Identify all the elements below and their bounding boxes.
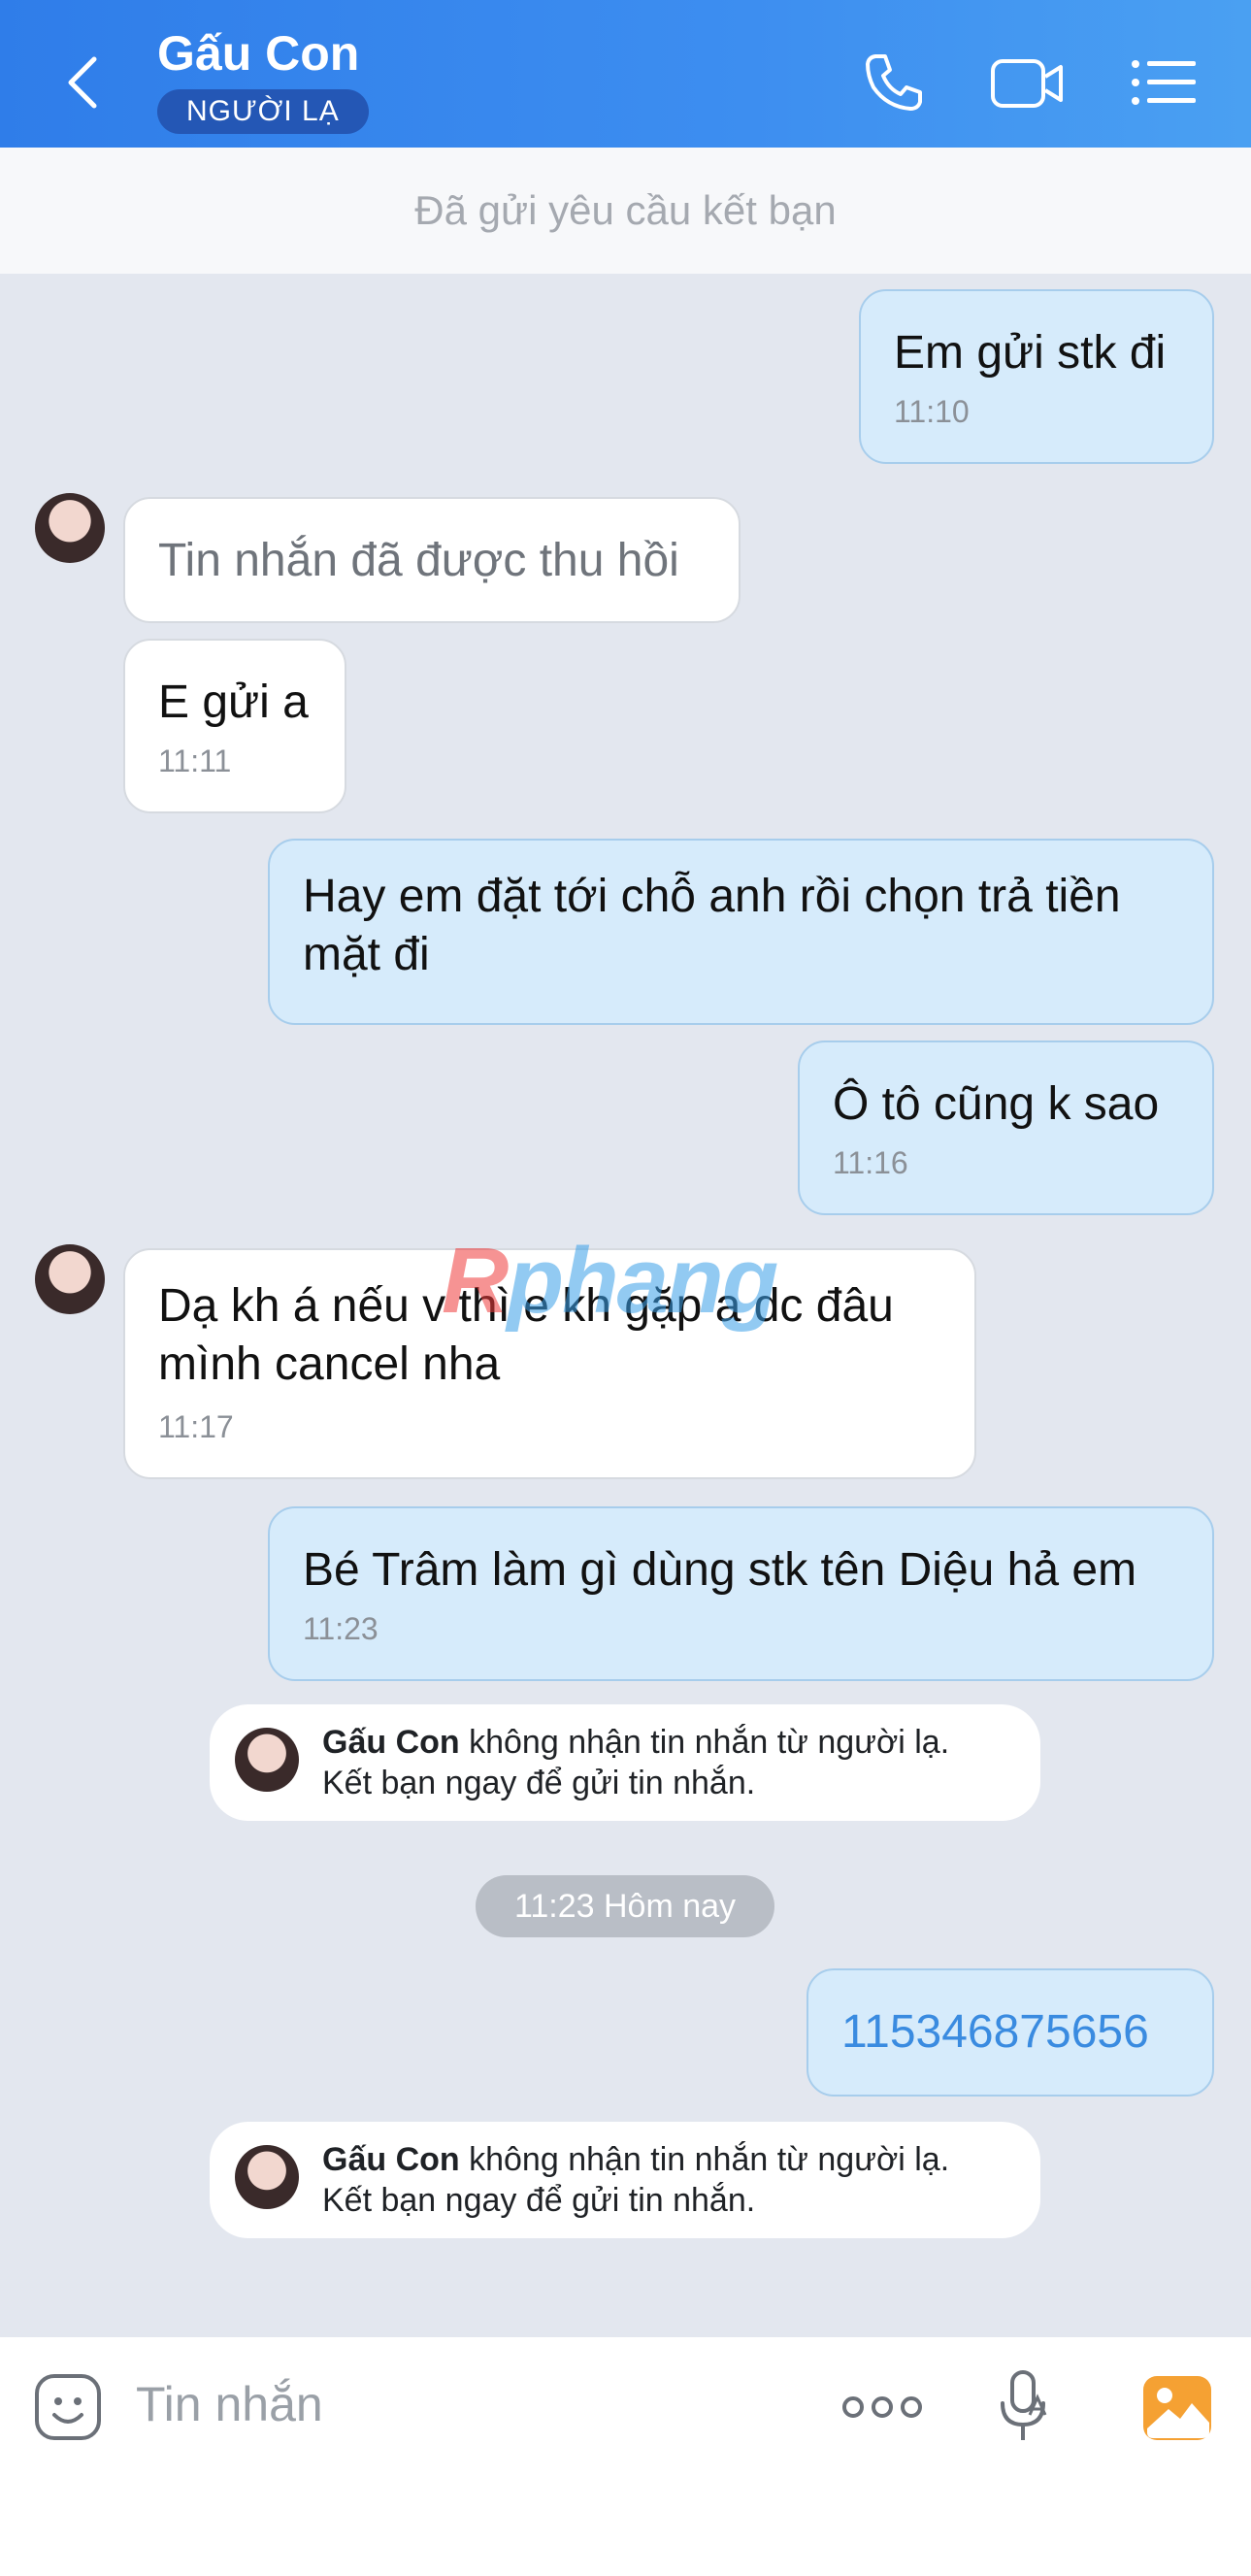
system-message-line2: Kết bạn ngay để gửi tin nhắn. [322,2182,756,2219]
contact-avatar [235,2145,299,2209]
video-call-button[interactable] [984,44,1071,121]
system-message: Gấu Con không nhận tin nhắn từ người lạ.… [210,1704,1040,1821]
message-bubble-outgoing[interactable]: 115346875656 [807,1968,1214,2097]
emoji-button[interactable] [31,2370,105,2444]
back-arrow-icon [68,56,97,109]
contact-avatar [235,1728,299,1792]
message-bubble-outgoing[interactable]: Hay em đặt tới chỗ anh rồi chọn trả tiền… [268,839,1214,1025]
system-message-name: Gấu Con [322,2141,460,2178]
watermark-letter: R [442,1229,509,1333]
account-number-link[interactable]: 115346875656 [841,2003,1179,2062]
message-time: 11:17 [158,1409,234,1444]
message-time: 11:23 [303,1611,379,1646]
emoji-icon [35,2374,101,2440]
phone-icon [866,54,922,111]
message-text: E gửi a [158,677,309,728]
message-input[interactable]: Tin nhắn [136,2376,323,2432]
message-input-bar [0,2337,1251,2576]
voice-to-text-button[interactable] [990,2366,1058,2448]
message-bubble-outgoing[interactable]: Ô tô cũng k sao 11:16 [798,1040,1214,1215]
contact-avatar[interactable] [35,1244,105,1314]
contact-avatar[interactable] [35,493,105,563]
message-text: Ô tô cũng k sao [833,1078,1160,1130]
friend-request-text: Đã gửi yêu cầu kết bạn [414,187,837,233]
watermark-logo: Rphang [442,1233,778,1330]
back-button[interactable] [49,39,116,126]
recalled-message-text: Tin nhắn đã được thu hồi [158,535,679,586]
menu-button[interactable] [1120,44,1207,121]
message-text: Bé Trâm làm gì dùng stk tên Diệu hả em [303,1544,1137,1596]
image-gallery-icon [1143,2376,1211,2440]
more-options-icon [842,2396,922,2418]
menu-list-icon [1132,60,1196,105]
call-button[interactable] [850,44,938,121]
friend-request-notice: Đã gửi yêu cầu kết bạn [0,148,1251,274]
voice-to-text-icon [1001,2370,1047,2440]
message-bubble-outgoing[interactable]: Em gửi stk đi 11:10 [859,289,1214,464]
more-options-button[interactable] [839,2378,926,2436]
message-bubble-outgoing[interactable]: Bé Trâm làm gì dùng stk tên Diệu hả em 1… [268,1506,1214,1681]
message-text: Em gửi stk đi [894,327,1167,379]
image-gallery-button[interactable] [1139,2370,1215,2446]
system-message-name: Gấu Con [322,1724,460,1761]
system-message-line2: Kết bạn ngay để gửi tin nhắn. [322,1765,756,1801]
watermark-text: phang [507,1229,778,1333]
time-divider: 11:23 Hôm nay [476,1875,774,1937]
stranger-badge: NGƯỜI LẠ [157,89,369,134]
contact-name[interactable]: Gấu Con [157,25,359,82]
message-bubble-incoming[interactable]: Tin nhắn đã được thu hồi [123,497,741,623]
message-text: Hay em đặt tới chỗ anh rồi chọn trả tiền… [303,871,1121,980]
message-time: 11:10 [894,394,970,429]
message-bubble-incoming[interactable]: E gửi a 11:11 [123,639,346,813]
message-time: 11:16 [833,1145,908,1180]
system-message-line1: không nhận tin nhắn từ người lạ. [459,1724,950,1761]
system-message: Gấu Con không nhận tin nhắn từ người lạ.… [210,2122,1040,2238]
video-call-icon [991,59,1063,108]
message-time: 11:11 [158,743,232,778]
system-message-line1: không nhận tin nhắn từ người lạ. [459,2141,950,2178]
